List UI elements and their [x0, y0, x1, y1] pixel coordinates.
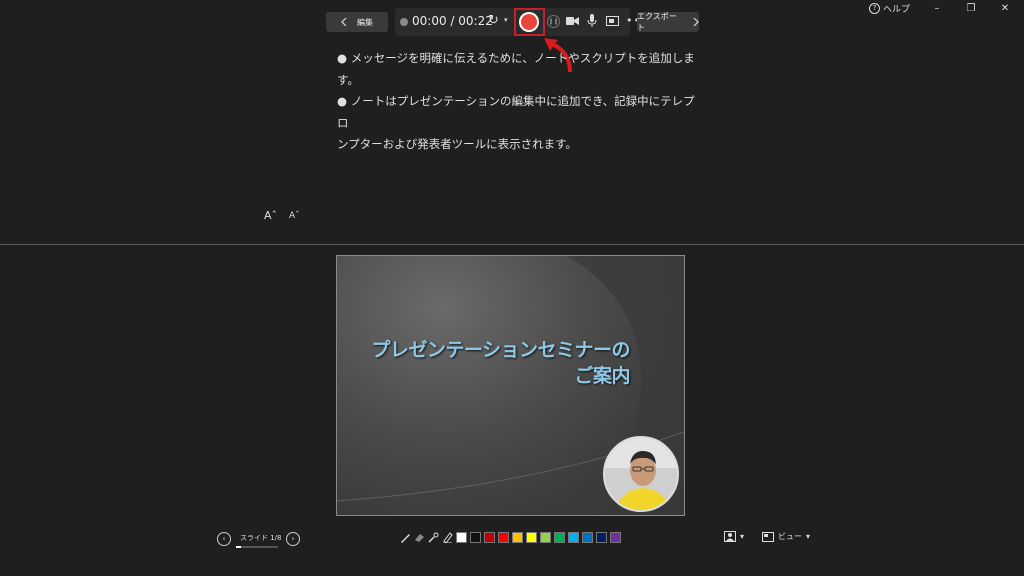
- screen-share-icon[interactable]: [606, 16, 619, 27]
- pen-color-swatch[interactable]: [554, 532, 565, 543]
- slide-counter: スライド 1/8: [240, 534, 282, 542]
- pen-color-swatch[interactable]: [512, 532, 523, 543]
- export-button[interactable]: エクスポート: [637, 12, 699, 32]
- reset-icon[interactable]: ↻: [488, 13, 499, 28]
- slide-preview: プレゼンテーションセミナーの ご案内: [336, 255, 685, 516]
- pen-icon[interactable]: [400, 532, 411, 543]
- divider: [0, 244, 1024, 245]
- camera-icon[interactable]: [566, 16, 579, 26]
- minimize-button[interactable]: –: [930, 3, 944, 14]
- edit-label: 編集: [357, 17, 373, 27]
- increase-font-button[interactable]: Aˆ: [264, 209, 277, 222]
- view-button[interactable]: ビュー ▾: [762, 531, 810, 542]
- pen-color-swatch[interactable]: [498, 532, 509, 543]
- notes-line: ンプターおよび発表者ツールに表示されます。: [337, 137, 578, 151]
- pen-color-swatch[interactable]: [526, 532, 537, 543]
- slide-progress: [236, 546, 278, 548]
- help-label: ヘルプ: [882, 4, 910, 15]
- camera-mode-button[interactable]: ▾: [724, 531, 744, 542]
- pen-color-swatch[interactable]: [456, 532, 467, 543]
- pen-toolbar: [400, 532, 621, 543]
- help-button[interactable]: ? ヘルプ: [868, 2, 910, 15]
- microphone-icon[interactable]: [587, 14, 597, 28]
- pen-color-swatch[interactable]: [610, 532, 621, 543]
- reset-dropdown-icon[interactable]: ▾: [504, 16, 508, 24]
- pen-color-swatch[interactable]: [484, 532, 495, 543]
- pause-icon[interactable]: ❚❚: [547, 15, 560, 28]
- person-icon: [724, 531, 736, 542]
- chevron-left-icon: [341, 18, 347, 26]
- eraser-icon[interactable]: [414, 532, 425, 543]
- window-controls: ? ヘルプ – ❐ ✕: [868, 0, 1024, 16]
- pen-color-palette: [456, 532, 621, 543]
- chevron-down-icon: ▾: [806, 532, 811, 541]
- pen-color-swatch[interactable]: [568, 532, 579, 543]
- decrease-font-button[interactable]: Aˇ: [289, 211, 300, 221]
- previous-slide-button[interactable]: ‹: [217, 532, 231, 546]
- laser-pointer-icon[interactable]: [428, 532, 439, 543]
- speaker-notes[interactable]: ● メッセージを明確に伝えるために、ノートやスクリプトを追加します。 ● ノート…: [337, 48, 697, 156]
- next-slide-button[interactable]: ›: [286, 532, 300, 546]
- pen-color-swatch[interactable]: [540, 532, 551, 543]
- record-button[interactable]: [519, 12, 539, 32]
- view-label: ビュー: [778, 532, 802, 541]
- pen-color-swatch[interactable]: [470, 532, 481, 543]
- help-icon: ?: [868, 2, 880, 14]
- chevron-down-icon: ▾: [740, 532, 745, 541]
- edit-button[interactable]: 編集: [326, 12, 388, 32]
- recording-timer: 00:00 / 00:22: [412, 14, 493, 28]
- chevron-right-icon: [693, 18, 699, 26]
- export-label: エクスポート: [637, 12, 677, 32]
- pen-color-swatch[interactable]: [596, 532, 607, 543]
- slide-title-line: ご案内: [574, 365, 630, 387]
- view-layout-icon: [762, 531, 774, 542]
- close-button[interactable]: ✕: [998, 3, 1012, 14]
- notes-line: ● メッセージを明確に伝えるために、ノートやスクリプトを追加します。: [337, 51, 695, 87]
- slide-title-line: プレゼンテーションセミナーの: [371, 339, 630, 361]
- presenter-camera-feed: [603, 436, 679, 512]
- slide-title: プレゼンテーションセミナーの ご案内: [337, 337, 630, 389]
- highlighter-icon[interactable]: [442, 532, 453, 543]
- pen-color-swatch[interactable]: [582, 532, 593, 543]
- notes-line: ● ノートはプレゼンテーションの編集中に追加でき、記録中にテレプロ: [337, 94, 695, 130]
- restore-button[interactable]: ❐: [964, 3, 978, 14]
- slide-progress-fill: [236, 546, 242, 548]
- recording-status-dot: [400, 18, 408, 26]
